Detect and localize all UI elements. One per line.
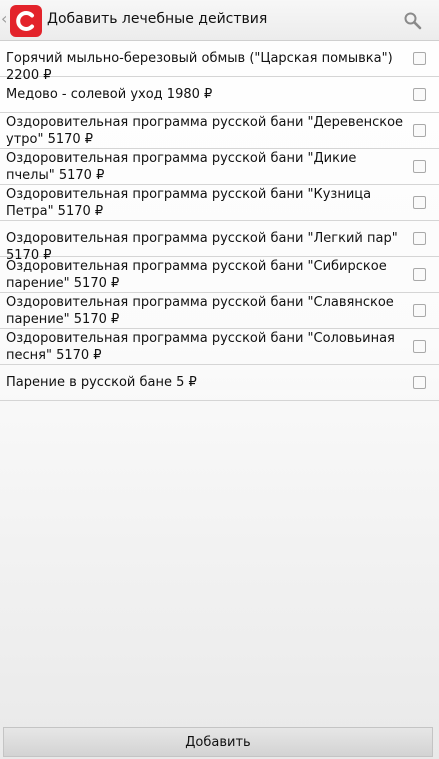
list-item[interactable]: Медово - солевой уход 1980 ₽ bbox=[0, 77, 439, 113]
app-bar: ‹ Добавить лечебные действия bbox=[0, 0, 439, 41]
list-item[interactable]: Оздоровительная программа русской бани "… bbox=[0, 221, 439, 263]
list-item-label: Медово - солевой уход 1980 ₽ bbox=[6, 87, 213, 102]
list-item-label: Оздоровительная программа русской бани "… bbox=[6, 151, 357, 183]
list-item-checkbox[interactable] bbox=[413, 340, 426, 353]
list-item-label: Оздоровительная программа русской бани "… bbox=[6, 259, 387, 291]
list-item[interactable]: Оздоровительная программа русской бани "… bbox=[0, 293, 439, 329]
list-item-checkbox[interactable] bbox=[413, 304, 426, 317]
list-item[interactable]: Оздоровительная программа русской бани "… bbox=[0, 329, 439, 365]
list-item-checkbox[interactable] bbox=[413, 88, 426, 101]
list-item-label: Оздоровительная программа русской бани "… bbox=[6, 295, 394, 327]
treatment-list: Горячий мыльно-березовый обмыв ("Царская… bbox=[0, 41, 439, 401]
list-item-label: Оздоровительная программа русской бани "… bbox=[6, 331, 395, 363]
add-button[interactable]: Добавить bbox=[3, 727, 433, 757]
list-item-checkbox[interactable] bbox=[413, 52, 426, 65]
page-title: Добавить лечебные действия bbox=[47, 11, 268, 27]
list-item[interactable]: Оздоровительная программа русской бани "… bbox=[0, 113, 439, 149]
list-item-checkbox[interactable] bbox=[413, 160, 426, 173]
list-item[interactable]: Оздоровительная программа русской бани "… bbox=[0, 257, 439, 293]
list-item[interactable]: Горячий мыльно-березовый обмыв ("Царская… bbox=[0, 41, 439, 83]
app-logo[interactable] bbox=[10, 5, 42, 37]
list-item-label: Оздоровительная программа русской бани "… bbox=[6, 187, 372, 219]
list-item[interactable]: Парение в русской бане 5 ₽ bbox=[0, 365, 439, 401]
list-item-checkbox[interactable] bbox=[413, 196, 426, 209]
list-item-checkbox[interactable] bbox=[413, 232, 426, 245]
chevron-left-icon[interactable]: ‹ bbox=[1, 9, 7, 29]
list-item-checkbox[interactable] bbox=[413, 124, 426, 137]
list-item-label: Парение в русской бане 5 ₽ bbox=[6, 375, 197, 390]
list-item[interactable]: Оздоровительная программа русской бани "… bbox=[0, 149, 439, 185]
search-icon[interactable] bbox=[402, 10, 424, 32]
list-item-checkbox[interactable] bbox=[413, 376, 426, 389]
list-item-checkbox[interactable] bbox=[413, 268, 426, 281]
list-item-label: Оздоровительная программа русской бани "… bbox=[6, 115, 404, 147]
logo-c-icon bbox=[16, 11, 34, 31]
list-item[interactable]: Оздоровительная программа русской бани "… bbox=[0, 185, 439, 221]
